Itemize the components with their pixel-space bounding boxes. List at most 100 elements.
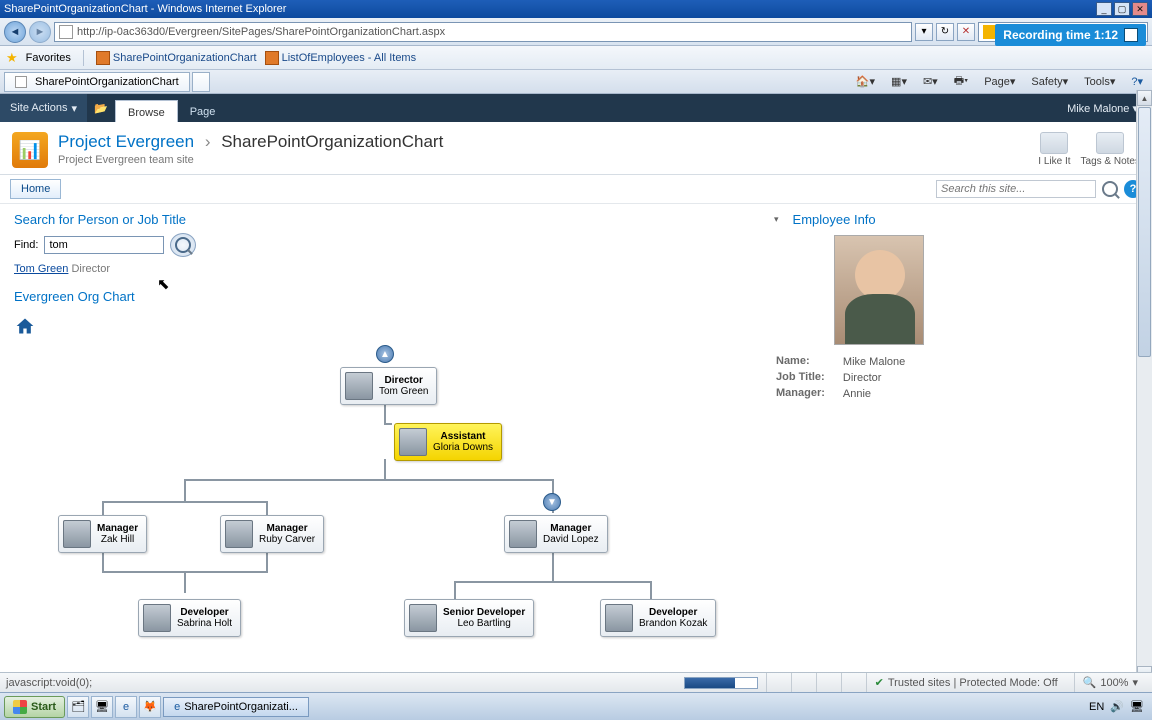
status-text: javascript:void(0); — [6, 677, 92, 689]
scroll-up-button[interactable]: ▲ — [1137, 90, 1152, 106]
employee-info-table: Name:Mike Malone Job Title:Director Mana… — [774, 353, 907, 403]
help-menu[interactable]: ?▾ — [1126, 73, 1148, 91]
node-assistant[interactable]: AssistantGloria Downs — [394, 423, 502, 461]
home-menu-icon[interactable]: 🏠▾ — [851, 73, 880, 91]
avatar — [345, 372, 373, 400]
node-mgr2[interactable]: ManagerRuby Carver — [220, 515, 324, 553]
security-status: ✔ Trusted sites | Protected Mode: Off — [866, 673, 1066, 692]
nav-up-button[interactable]: ▲ — [376, 345, 394, 363]
nav-home[interactable]: Home — [10, 179, 61, 199]
node-dev2[interactable]: Senior DeveloperLeo Bartling — [404, 599, 534, 637]
feed-icon[interactable]: ▦▾ — [886, 73, 912, 91]
avatar — [225, 520, 253, 548]
tags-icon — [1096, 132, 1124, 154]
quick-launch-explorer[interactable]: 🗂 — [67, 696, 89, 718]
maximize-button[interactable]: ▢ — [1114, 2, 1130, 16]
new-tab-button[interactable] — [192, 72, 210, 92]
quick-launch-desktop[interactable]: 🖥 — [91, 696, 113, 718]
section-collapse-icon[interactable]: ▾ — [774, 214, 779, 225]
forward-button[interactable]: ► — [29, 21, 51, 43]
site-logo[interactable]: 📊 — [12, 132, 48, 168]
avatar — [63, 520, 91, 548]
tray-icon[interactable]: 🔊 — [1110, 700, 1124, 713]
breadcrumb-page: SharePointOrganizationChart — [221, 132, 443, 151]
favorites-star-icon[interactable]: ★ — [6, 50, 18, 66]
close-button[interactable]: ✕ — [1132, 2, 1148, 16]
progress-bar — [684, 677, 758, 689]
avatar — [509, 520, 537, 548]
avatar — [143, 604, 171, 632]
read-mail-icon[interactable]: ✉▾ — [918, 73, 943, 91]
url-input[interactable] — [77, 26, 907, 38]
site-description: Project Evergreen team site — [58, 154, 443, 166]
ribbon-tab-browse[interactable]: Browse — [115, 100, 178, 122]
address-bar[interactable] — [54, 22, 912, 42]
back-button[interactable]: ◄ — [4, 21, 26, 43]
label-name: Name: — [776, 355, 841, 369]
browser-tabs: SharePointOrganizationChart 🏠▾ ▦▾ ✉▾ 🖶▾ … — [0, 70, 1152, 94]
navigate-up-icon[interactable]: 📂 — [87, 102, 115, 115]
favorites-label[interactable]: Favorites — [26, 52, 71, 64]
avatar — [605, 604, 633, 632]
tab-orgchart[interactable]: SharePointOrganizationChart — [4, 72, 190, 92]
value-name: Mike Malone — [843, 355, 905, 369]
value-mgr: Annie — [843, 387, 905, 401]
refresh-button[interactable]: ↻ — [936, 23, 954, 41]
windows-logo-icon — [13, 700, 27, 714]
windows-taskbar: Start 🗂 🖥 e 🦊 eSharePointOrganizati... E… — [0, 692, 1152, 720]
tab-label: SharePointOrganizationChart — [35, 76, 179, 88]
taskbar-task-ie[interactable]: eSharePointOrganizati... — [163, 697, 309, 717]
find-input[interactable] — [44, 236, 164, 254]
node-mgr3[interactable]: ManagerDavid Lopez — [504, 515, 608, 553]
shield-icon: ✔ — [875, 676, 884, 689]
find-button[interactable] — [170, 233, 196, 257]
minimize-button[interactable]: _ — [1096, 2, 1112, 16]
employee-photo — [834, 235, 924, 345]
safety-menu[interactable]: Safety▾ — [1026, 73, 1073, 91]
addr-dropdown[interactable]: ▾ — [915, 23, 933, 41]
site-search-button[interactable] — [1102, 181, 1118, 197]
ribbon-tab-page[interactable]: Page — [178, 100, 228, 122]
expand-button[interactable]: ▼ — [543, 493, 561, 511]
quick-launch-ie[interactable]: e — [115, 696, 137, 718]
breadcrumb: Project Evergreen › SharePointOrganizati… — [58, 132, 443, 152]
employee-info-heading: Employee Info — [793, 212, 876, 227]
window-title: SharePointOrganizationChart - Windows In… — [4, 3, 286, 15]
site-actions-menu[interactable]: Site Actions ▾ — [0, 94, 87, 122]
vertical-scrollbar[interactable]: ▲ ▼ — [1136, 90, 1152, 682]
fav-link-employees[interactable]: ListOfEmployees - All Items — [265, 51, 417, 65]
stop-button[interactable]: ✕ — [957, 23, 975, 41]
avatar — [409, 604, 437, 632]
recording-text: Recording time 1:12 — [1003, 28, 1118, 42]
page-title-area: 📊 Project Evergreen › SharePointOrganiza… — [0, 122, 1152, 175]
site-search-input[interactable] — [936, 180, 1096, 198]
tools-menu[interactable]: Tools▾ — [1079, 73, 1120, 91]
node-mgr1[interactable]: ManagerZak Hill — [58, 515, 147, 553]
zoom-control[interactable]: 🔍 100% ▾ — [1074, 673, 1146, 692]
scroll-thumb[interactable] — [1138, 107, 1151, 357]
start-button[interactable]: Start — [4, 696, 65, 718]
address-bar-row: ◄ ► ▾ ↻ ✕ — [0, 18, 1152, 46]
tray-lang[interactable]: EN — [1089, 701, 1104, 713]
breadcrumb-root[interactable]: Project Evergreen — [58, 132, 194, 151]
quick-launch-firefox[interactable]: 🦊 — [139, 696, 161, 718]
node-dev1[interactable]: DeveloperSabrina Holt — [138, 599, 241, 637]
bing-icon — [983, 25, 996, 39]
print-icon[interactable]: 🖶▾ — [949, 73, 973, 91]
label-mgr: Manager: — [776, 387, 841, 401]
i-like-it-button[interactable]: I Like It — [1038, 132, 1070, 167]
org-chart: ▲ ▼ DirectorTom Green AssistantGloria Do… — [14, 343, 734, 663]
fav-link-orgchart[interactable]: SharePointOrganizationChart — [96, 51, 257, 65]
chart-home-icon[interactable] — [14, 316, 36, 336]
search-section-heading: Search for Person or Job Title — [14, 212, 754, 227]
node-dev3[interactable]: DeveloperBrandon Kozak — [600, 599, 716, 637]
tags-notes-button[interactable]: Tags & Notes — [1081, 132, 1140, 167]
node-director[interactable]: DirectorTom Green — [340, 367, 437, 405]
page-menu[interactable]: Page▾ — [979, 73, 1020, 91]
like-icon — [1040, 132, 1068, 154]
search-result: Tom Green Director — [14, 263, 754, 275]
tray-icon[interactable]: 🖥 — [1130, 700, 1144, 713]
stop-record-icon[interactable] — [1124, 28, 1138, 42]
chart-heading: Evergreen Org Chart — [14, 289, 754, 304]
search-result-link[interactable]: Tom Green — [14, 263, 68, 275]
